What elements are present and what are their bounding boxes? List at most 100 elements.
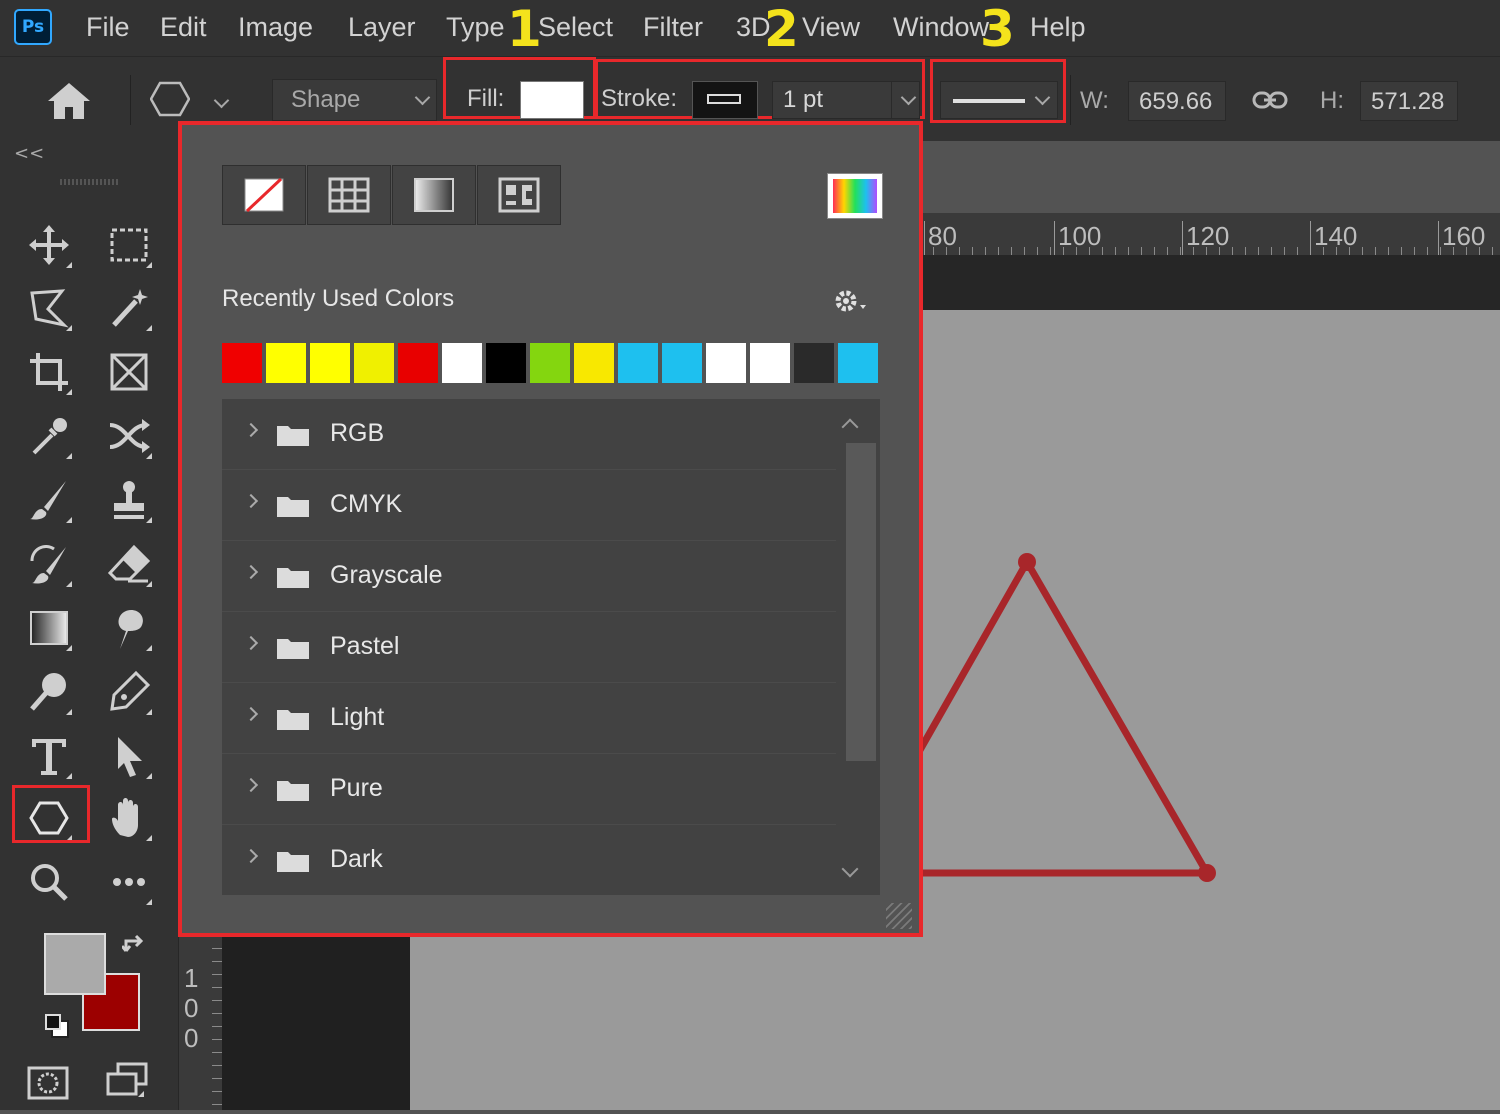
dodge-tool-icon[interactable] bbox=[20, 663, 78, 721]
tool-preset-picker[interactable] bbox=[149, 81, 191, 121]
zoom-tool-icon[interactable] bbox=[20, 853, 78, 911]
recent-color-swatch[interactable] bbox=[618, 343, 658, 383]
ruler-major-tick bbox=[1310, 221, 1311, 255]
chevron-down-icon bbox=[414, 89, 431, 106]
menu-file[interactable]: File bbox=[86, 10, 130, 44]
height-field[interactable]: 571.28 bbox=[1360, 81, 1458, 121]
recent-color-swatch[interactable] bbox=[530, 343, 570, 383]
chevron-right-icon[interactable] bbox=[243, 706, 259, 722]
default-colors-icon[interactable] bbox=[44, 1013, 70, 1043]
screen-mode-icon[interactable] bbox=[104, 1061, 150, 1103]
chevron-down-icon[interactable] bbox=[213, 92, 230, 109]
brush-tool-icon[interactable] bbox=[20, 471, 78, 529]
menu-window[interactable]: Window bbox=[893, 10, 989, 44]
foreground-color-swatch[interactable] bbox=[44, 933, 106, 995]
chevron-right-icon[interactable] bbox=[243, 422, 259, 438]
crop-tool-icon[interactable] bbox=[20, 343, 78, 401]
menu-type[interactable]: Type bbox=[446, 10, 505, 44]
menu-filter[interactable]: Filter bbox=[643, 10, 703, 44]
resize-grip-icon[interactable] bbox=[886, 903, 912, 929]
chevron-right-icon[interactable] bbox=[243, 635, 259, 651]
fill-swatch[interactable] bbox=[520, 81, 584, 119]
recent-color-swatch[interactable] bbox=[354, 343, 394, 383]
collapse-icon[interactable]: << bbox=[14, 143, 44, 164]
recent-color-swatch[interactable] bbox=[574, 343, 614, 383]
marquee-tool-icon[interactable] bbox=[100, 216, 158, 274]
tool-mode-select[interactable]: Shape bbox=[272, 79, 437, 121]
menu-view[interactable]: View bbox=[802, 10, 860, 44]
hand-tool-icon[interactable] bbox=[100, 789, 158, 847]
stroke-type-dropdown[interactable] bbox=[940, 81, 1058, 119]
list-item[interactable]: Grayscale bbox=[222, 541, 836, 612]
recent-color-swatch[interactable] bbox=[838, 343, 878, 383]
list-item[interactable]: Dark bbox=[222, 825, 836, 895]
folder-icon bbox=[277, 639, 309, 659]
smudge-tool-icon[interactable] bbox=[100, 599, 158, 657]
recent-color-swatch[interactable] bbox=[750, 343, 790, 383]
gradient-button[interactable] bbox=[392, 165, 476, 225]
pattern-button[interactable] bbox=[477, 165, 561, 225]
path-selection-tool-icon[interactable] bbox=[100, 727, 158, 785]
move-tool-icon[interactable] bbox=[20, 216, 78, 274]
solid-color-button[interactable] bbox=[307, 165, 391, 225]
list-item[interactable]: Light bbox=[222, 683, 836, 754]
folder-icon bbox=[277, 568, 309, 588]
color-picker-button[interactable] bbox=[827, 173, 883, 219]
chevron-right-icon[interactable] bbox=[243, 564, 259, 580]
list-item[interactable]: RGB bbox=[222, 399, 836, 470]
more-tools-icon[interactable] bbox=[100, 853, 158, 911]
width-field[interactable]: 659.66 bbox=[1128, 81, 1226, 121]
list-item[interactable]: CMYK bbox=[222, 470, 836, 541]
folder-icon bbox=[277, 426, 309, 446]
eyedropper-tool-icon[interactable] bbox=[20, 407, 78, 465]
chevron-right-icon[interactable] bbox=[243, 493, 259, 509]
recent-color-swatch[interactable] bbox=[662, 343, 702, 383]
chevron-right-icon[interactable] bbox=[243, 777, 259, 793]
stamp-tool-icon[interactable] bbox=[100, 471, 158, 529]
menu-select[interactable]: Select bbox=[538, 10, 613, 44]
chevron-right-icon[interactable] bbox=[243, 848, 259, 864]
content-aware-move-tool-icon[interactable] bbox=[100, 407, 158, 465]
swap-colors-icon[interactable] bbox=[120, 931, 150, 963]
chevron-down-icon[interactable] bbox=[900, 89, 917, 106]
stroke-width-field[interactable]: 1 pt bbox=[772, 81, 920, 119]
no-color-button[interactable] bbox=[222, 165, 306, 225]
history-brush-tool-icon[interactable] bbox=[20, 535, 78, 593]
list-item[interactable]: Pure bbox=[222, 754, 836, 825]
recent-color-swatch[interactable] bbox=[266, 343, 306, 383]
recent-color-swatch[interactable] bbox=[310, 343, 350, 383]
recent-color-swatch[interactable] bbox=[794, 343, 834, 383]
ruler-tick: 1 bbox=[184, 963, 199, 993]
scrollbar-thumb[interactable] bbox=[846, 443, 876, 761]
recent-color-swatch[interactable] bbox=[398, 343, 438, 383]
stroke-swatch[interactable] bbox=[692, 81, 758, 119]
gradient-tool-icon[interactable] bbox=[20, 599, 78, 657]
recent-color-swatch[interactable] bbox=[442, 343, 482, 383]
panel-collapse-bar[interactable]: << bbox=[0, 141, 178, 171]
menu-edit[interactable]: Edit bbox=[160, 10, 207, 44]
pen-tool-icon[interactable] bbox=[100, 663, 158, 721]
panel-grip[interactable] bbox=[60, 179, 120, 185]
folder-name: Pure bbox=[330, 774, 383, 802]
frame-tool-icon[interactable] bbox=[100, 343, 158, 401]
quick-mask-icon[interactable] bbox=[26, 1065, 70, 1105]
lasso-tool-icon[interactable] bbox=[20, 279, 78, 337]
type-tool-icon[interactable] bbox=[20, 727, 78, 785]
gear-icon[interactable] bbox=[832, 287, 868, 321]
home-icon[interactable] bbox=[46, 81, 92, 125]
swatch-folder-list[interactable]: RGB CMYK Grayscale Pastel Light Pure Dar… bbox=[222, 399, 880, 895]
separator bbox=[891, 82, 892, 118]
scroll-up-icon[interactable] bbox=[841, 418, 859, 436]
menu-help[interactable]: Help bbox=[1030, 10, 1086, 44]
scroll-down-icon[interactable] bbox=[841, 860, 859, 878]
recent-color-swatch[interactable] bbox=[706, 343, 746, 383]
list-item[interactable]: Pastel bbox=[222, 612, 836, 683]
magic-wand-tool-icon[interactable] bbox=[100, 279, 158, 337]
folder-icon bbox=[277, 781, 309, 801]
recent-color-swatch[interactable] bbox=[486, 343, 526, 383]
menu-layer[interactable]: Layer bbox=[348, 10, 416, 44]
eraser-tool-icon[interactable] bbox=[100, 535, 158, 593]
recent-color-swatch[interactable] bbox=[222, 343, 262, 383]
link-icon[interactable] bbox=[1252, 89, 1288, 117]
menu-image[interactable]: Image bbox=[238, 10, 313, 44]
